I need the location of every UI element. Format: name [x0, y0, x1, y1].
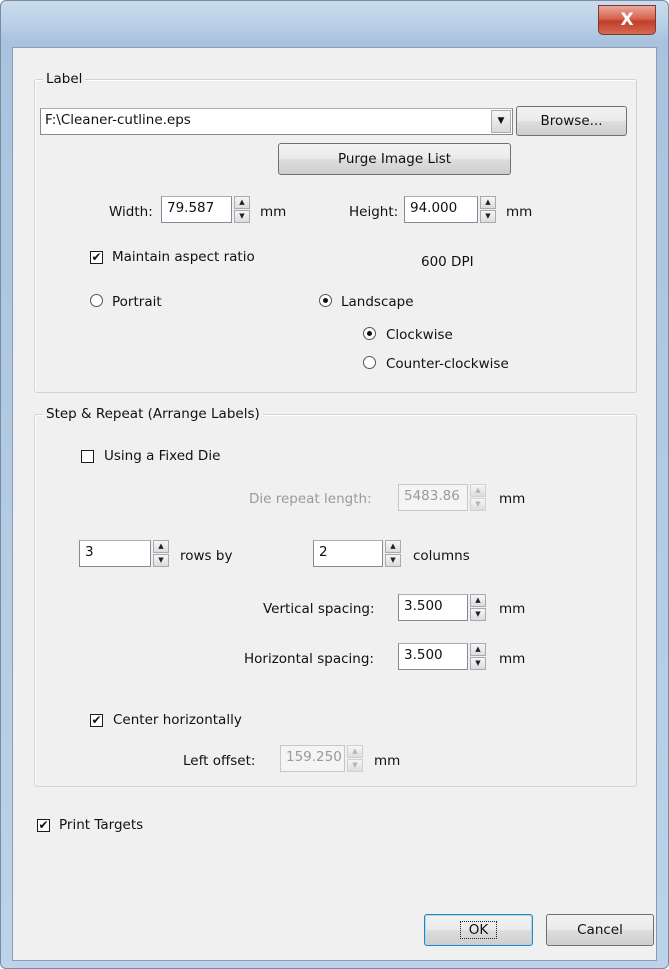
fixed-die-label[interactable]: Using a Fixed Die: [104, 447, 220, 465]
rows-value: 3: [85, 544, 94, 560]
fixed-die-checkbox[interactable]: [81, 450, 94, 463]
columns-value: 2: [319, 544, 328, 560]
spin-down-icon[interactable]: ▼: [470, 608, 486, 621]
landscape-label[interactable]: Landscape: [341, 293, 414, 311]
height-label: Height:: [349, 204, 399, 220]
spin-down-icon[interactable]: ▼: [385, 554, 401, 567]
spin-up-icon[interactable]: ▲: [480, 196, 496, 209]
cancel-button-label: Cancel: [577, 922, 623, 938]
spin-down-icon[interactable]: ▼: [153, 554, 169, 567]
horizontal-spacing-input[interactable]: 3.500: [398, 643, 468, 670]
browse-button[interactable]: Browse...: [516, 106, 627, 136]
portrait-radio[interactable]: [90, 294, 103, 307]
dpi-text: 600 DPI: [421, 254, 474, 270]
maintain-aspect-checkbox[interactable]: ✔: [90, 251, 103, 264]
vertical-spacing-unit: mm: [499, 601, 526, 617]
checkmark-icon: ✔: [91, 713, 102, 727]
horizontal-spacing-unit: mm: [499, 651, 526, 667]
counter-clockwise-label[interactable]: Counter-clockwise: [386, 355, 509, 373]
close-icon: X: [620, 10, 634, 30]
title-bar[interactable]: X: [1, 1, 668, 47]
spin-up-icon[interactable]: ▲: [347, 745, 363, 758]
clockwise-radio[interactable]: [363, 327, 376, 340]
purge-button-label: Purge Image List: [337, 151, 452, 167]
spin-down-icon[interactable]: ▼: [347, 759, 363, 772]
spin-down-icon[interactable]: ▼: [470, 657, 486, 670]
rows-spinner[interactable]: ▲ ▼: [153, 540, 169, 567]
horizontal-spacing-label: Horizontal spacing:: [244, 651, 374, 667]
cancel-button[interactable]: Cancel: [546, 914, 654, 946]
maintain-aspect-label[interactable]: Maintain aspect ratio: [112, 248, 255, 266]
spin-up-icon[interactable]: ▲: [470, 484, 486, 497]
horizontal-spacing-value: 3.500: [404, 647, 443, 663]
height-input[interactable]: 94.000: [404, 196, 478, 223]
columns-label: columns: [413, 548, 470, 564]
die-repeat-spinner[interactable]: ▲ ▼: [470, 484, 486, 511]
vertical-spacing-input[interactable]: 3.500: [398, 594, 468, 621]
spin-up-icon[interactable]: ▲: [470, 594, 486, 607]
label-group-title: Label: [43, 70, 86, 88]
browse-button-label: Browse...: [540, 113, 603, 129]
spin-down-icon[interactable]: ▼: [480, 210, 496, 223]
die-repeat-unit: mm: [499, 491, 526, 507]
vertical-spacing-value: 3.500: [404, 598, 443, 614]
dialog-client-area: Label F:\Cleaner-cutline.eps ▼ Browse...…: [12, 47, 657, 961]
width-label: Width:: [109, 204, 153, 220]
left-offset-label: Left offset:: [183, 753, 256, 769]
checkmark-icon: ✔: [91, 250, 102, 264]
die-repeat-label: Die repeat length:: [249, 491, 372, 507]
width-spinner[interactable]: ▲ ▼: [234, 196, 250, 223]
center-horizontally-label[interactable]: Center horizontally: [113, 711, 242, 729]
spin-down-icon[interactable]: ▼: [470, 498, 486, 511]
vertical-spacing-label: Vertical spacing:: [263, 601, 375, 617]
rows-label: rows by: [180, 548, 233, 564]
center-horizontally-checkbox[interactable]: ✔: [90, 714, 103, 727]
width-input[interactable]: 79.587: [161, 196, 232, 223]
ok-button[interactable]: OK: [424, 914, 533, 946]
spin-up-icon[interactable]: ▲: [234, 196, 250, 209]
die-repeat-value: 5483.86: [404, 488, 460, 504]
step-repeat-group-title: Step & Repeat (Arrange Labels): [43, 405, 263, 423]
print-targets-label[interactable]: Print Targets: [59, 816, 143, 834]
dialog-window: X Label F:\Cleaner-cutline.eps ▼ Browse.…: [0, 0, 669, 969]
rows-input[interactable]: 3: [79, 540, 151, 567]
portrait-label[interactable]: Portrait: [112, 293, 162, 311]
left-offset-value: 159.250: [286, 749, 342, 765]
checkmark-icon: ✔: [38, 818, 49, 832]
columns-input[interactable]: 2: [313, 540, 383, 567]
file-path-value: F:\Cleaner-cutline.eps: [45, 112, 191, 128]
close-button[interactable]: X: [598, 5, 656, 35]
spin-up-icon[interactable]: ▲: [153, 540, 169, 553]
clockwise-label[interactable]: Clockwise: [386, 326, 453, 344]
height-value: 94.000: [410, 200, 458, 216]
print-targets-checkbox[interactable]: ✔: [37, 819, 50, 832]
left-offset-unit: mm: [374, 753, 401, 769]
ok-button-label: OK: [459, 921, 498, 939]
landscape-radio[interactable]: [319, 294, 332, 307]
left-offset-input[interactable]: 159.250: [280, 745, 345, 772]
dropdown-arrow-icon[interactable]: ▼: [491, 110, 511, 133]
spin-down-icon[interactable]: ▼: [234, 210, 250, 223]
width-value: 79.587: [167, 200, 215, 216]
purge-image-list-button[interactable]: Purge Image List: [278, 143, 511, 175]
vertical-spacing-spinner[interactable]: ▲ ▼: [470, 594, 486, 621]
die-repeat-input[interactable]: 5483.86: [398, 484, 468, 511]
counter-clockwise-radio[interactable]: [363, 356, 376, 369]
horizontal-spacing-spinner[interactable]: ▲ ▼: [470, 643, 486, 670]
width-unit: mm: [260, 204, 287, 220]
columns-spinner[interactable]: ▲ ▼: [385, 540, 401, 567]
file-path-combobox[interactable]: F:\Cleaner-cutline.eps ▼: [40, 108, 513, 135]
left-offset-spinner[interactable]: ▲ ▼: [347, 745, 363, 772]
spin-up-icon[interactable]: ▲: [470, 643, 486, 656]
spin-up-icon[interactable]: ▲: [385, 540, 401, 553]
height-spinner[interactable]: ▲ ▼: [480, 196, 496, 223]
height-unit: mm: [506, 204, 533, 220]
